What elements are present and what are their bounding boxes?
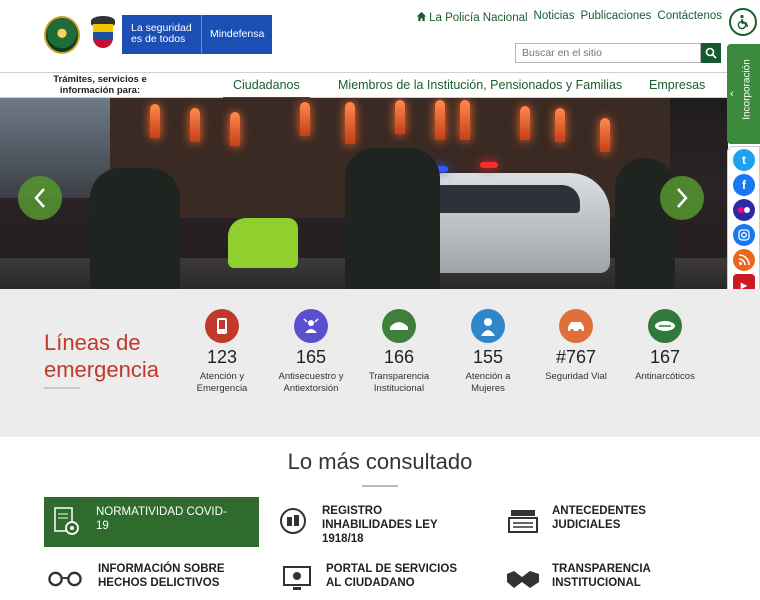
emergency-line-123[interactable]: 123 Atención y Emergencia: [182, 309, 262, 394]
handcuffs-icon: [48, 562, 82, 596]
search-input[interactable]: [515, 43, 701, 63]
chevron-left-icon: ‹: [730, 88, 734, 100]
consulted-transparencia[interactable]: TRANSPARENCIA INSTITUCIONAL: [506, 562, 706, 596]
gov-slogan: La seguridad es de todos: [122, 15, 202, 54]
topnav-home[interactable]: La Policía Nacional: [416, 10, 528, 24]
handshake-icon: [506, 562, 540, 596]
social-links: t f ▶: [727, 146, 760, 298]
search-button[interactable]: [701, 43, 721, 63]
incorporacion-tab[interactable]: ‹ Incorporación: [727, 44, 760, 144]
consulted-normatividad-covid[interactable]: NORMATIVIDAD COVID-19: [44, 497, 259, 547]
hero-officer-left: [90, 168, 180, 289]
main-menu: Trámites, servicios e información para: …: [0, 72, 728, 99]
menu-empresas[interactable]: Empresas: [649, 78, 705, 92]
hero-slider: [0, 98, 728, 289]
emergency-lines-section: Líneas de emergencia 123 Atención y Emer…: [0, 289, 760, 437]
consulted-antecedentes-judiciales[interactable]: ANTECEDENTES JUDICIALES: [506, 504, 706, 538]
emergency-line-767[interactable]: #767 Seguridad Vial: [536, 309, 616, 383]
menu-ciudadanos[interactable]: Ciudadanos: [223, 78, 310, 99]
instagram-icon[interactable]: [733, 224, 755, 246]
topnav-noticias[interactable]: Noticias: [534, 10, 575, 24]
search-icon: [705, 47, 717, 59]
emergency-line-167[interactable]: 167 Antinarcóticos: [625, 309, 705, 383]
emergency-line-166[interactable]: 166 Transparencia Institucional: [359, 309, 439, 394]
colombia-shield-logo: [88, 16, 118, 52]
divider: [362, 485, 398, 487]
registry-icon: [276, 504, 310, 538]
chevron-right-icon: [677, 188, 688, 208]
hero-officer-right: [615, 158, 675, 289]
consulted-title: Lo más consultado: [287, 449, 473, 474]
slider-next-button[interactable]: [660, 176, 704, 220]
rss-icon[interactable]: [733, 249, 755, 271]
twitter-icon[interactable]: t: [733, 149, 755, 171]
ministry-label: Mindefensa: [210, 28, 265, 40]
flickr-icon[interactable]: [733, 199, 755, 221]
hero-motorcycle: [228, 218, 298, 268]
antinarcoticos-icon: [648, 309, 682, 343]
incorporacion-label: Incorporación: [741, 59, 753, 120]
slider-prev-button[interactable]: [18, 176, 62, 220]
divider: [44, 387, 80, 389]
government-banner[interactable]: La seguridad es de todos Mindefensa: [122, 15, 272, 54]
id-card-icon: [506, 504, 540, 538]
phone-icon: [205, 309, 239, 343]
wheelchair-icon: [737, 14, 749, 30]
antisecuestro-icon: [294, 309, 328, 343]
facebook-icon[interactable]: f: [733, 174, 755, 196]
home-icon: [417, 11, 427, 22]
hero-officer-center: [345, 148, 440, 289]
search-box: [515, 43, 721, 63]
menu-intro: Trámites, servicios e información para:: [53, 74, 147, 96]
policia-logo[interactable]: [44, 16, 80, 54]
document-gear-icon: [50, 505, 84, 539]
header: La seguridad es de todos Mindefensa La P…: [0, 0, 760, 72]
social-sidebar: ‹ Incorporación t f ▶: [727, 0, 760, 300]
topnav-publicaciones[interactable]: Publicaciones: [580, 10, 651, 24]
emergency-line-165[interactable]: 165 Antisecuestro y Antiextorsión: [271, 309, 351, 394]
accessibility-button[interactable]: [729, 8, 757, 36]
top-navigation: La Policía Nacional Noticias Publicacion…: [416, 10, 722, 24]
woman-icon: [471, 309, 505, 343]
monitor-icon: [280, 562, 314, 596]
consulted-hechos-delictivos[interactable]: INFORMACIÓN SOBRE HECHOS DELICTIVOS: [48, 562, 258, 596]
emergency-title: Líneas de emergencia: [44, 330, 159, 382]
menu-miembros[interactable]: Miembros de la Institución, Pensionados …: [338, 78, 622, 92]
emergency-line-155[interactable]: 155 Atención a Mujeres: [448, 309, 528, 394]
topnav-contactenos[interactable]: Contáctenos: [657, 10, 722, 24]
consulted-registro-inhabilidades[interactable]: REGISTRO INHABILIDADES LEY 1918/18: [276, 504, 476, 546]
consulted-portal-servicios[interactable]: PORTAL DE SERVICIOS AL CIUDADANO: [280, 562, 480, 596]
chevron-left-icon: [34, 188, 45, 208]
police-cap-icon: [382, 309, 416, 343]
car-icon: [559, 309, 593, 343]
page: La seguridad es de todos Mindefensa La P…: [0, 0, 760, 600]
